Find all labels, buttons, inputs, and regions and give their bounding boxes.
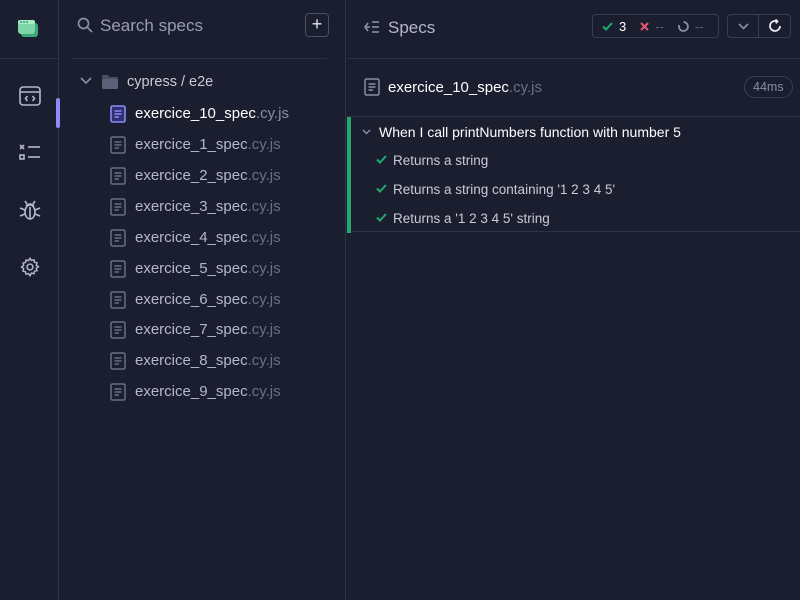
file-extension: .cy.js — [247, 198, 281, 215]
document-icon — [110, 291, 126, 309]
document-icon — [110, 321, 126, 339]
runner-title[interactable]: Specs — [388, 18, 435, 38]
document-icon — [110, 105, 126, 123]
current-spec-header: exercice_10_spec.cy.js 44ms — [347, 70, 800, 106]
spec-file-extension: .cy.js — [508, 79, 542, 96]
logo-area — [0, 0, 58, 59]
file-extension: .cy.js — [247, 167, 281, 184]
folder-icon — [102, 75, 118, 89]
add-spec-button[interactable]: + — [305, 13, 329, 37]
check-icon — [376, 213, 387, 222]
passed-count: 3 — [619, 18, 627, 34]
test-row[interactable]: Returns a string containing '1 2 3 4 5' — [347, 179, 800, 201]
search-bar: + — [60, 0, 346, 59]
nav-settings-button[interactable] — [0, 247, 59, 287]
search-icon — [77, 17, 93, 33]
x-icon — [640, 21, 649, 31]
spec-file-row[interactable]: exercice_10_spec.cy.js — [60, 100, 346, 128]
folder-row[interactable]: cypress / e2e — [60, 70, 346, 96]
refresh-icon — [768, 19, 781, 32]
test-row[interactable]: Returns a string — [347, 150, 800, 172]
file-name: exercice_7_spec — [135, 321, 248, 338]
runner-panel: Specs 3 -- -- exercice_10_spec.cy.js 44m… — [347, 0, 800, 600]
file-name: exercice_9_spec — [135, 383, 248, 400]
nav-rail — [0, 0, 60, 600]
rerun-button[interactable] — [759, 14, 791, 38]
document-icon — [110, 352, 126, 370]
chevron-down-icon — [80, 77, 92, 85]
spec-file-row[interactable]: exercice_4_spec.cy.js — [60, 224, 346, 252]
file-extension: .cy.js — [247, 291, 281, 308]
file-extension: .cy.js — [255, 105, 289, 122]
spec-file-row[interactable]: exercice_5_spec.cy.js — [60, 255, 346, 283]
specs-list-panel: + cypress / e2e exercice_10_spec.cy.js e… — [60, 0, 346, 600]
spinner-icon — [677, 20, 689, 32]
duration-badge: 44ms — [744, 76, 793, 98]
expand-collapse-button[interactable] — [727, 14, 759, 38]
nav-debug-button[interactable] — [0, 190, 59, 230]
test-title: Returns a '1 2 3 4 5' string — [393, 211, 550, 226]
spec-file-row[interactable]: exercice_6_spec.cy.js — [60, 286, 346, 314]
file-name: exercice_4_spec — [135, 229, 248, 246]
chevron-down-icon — [362, 129, 371, 135]
spec-file-row[interactable]: exercice_1_spec.cy.js — [60, 131, 346, 159]
document-icon — [364, 78, 380, 96]
file-extension: .cy.js — [247, 352, 281, 369]
spec-file-row[interactable]: exercice_2_spec.cy.js — [60, 162, 346, 190]
cypress-logo-icon — [18, 20, 38, 37]
test-title: Returns a string containing '1 2 3 4 5' — [393, 182, 616, 197]
chevron-down-icon — [737, 22, 749, 30]
check-icon — [376, 184, 387, 193]
nav-specs-button[interactable] — [0, 76, 59, 116]
pending-stat: -- — [677, 18, 704, 34]
file-extension: .cy.js — [247, 260, 281, 277]
document-icon — [110, 260, 126, 278]
file-extension: .cy.js — [247, 136, 281, 153]
nav-runs-button[interactable] — [0, 133, 59, 173]
test-list-icon — [18, 144, 40, 160]
file-name: exercice_5_spec — [135, 260, 248, 277]
test-row[interactable]: Returns a '1 2 3 4 5' string — [347, 208, 800, 230]
spec-file-row[interactable]: exercice_3_spec.cy.js — [60, 193, 346, 221]
bug-icon — [19, 200, 40, 220]
suite-title-row[interactable]: When I call printNumbers function with n… — [347, 122, 800, 144]
file-name: exercice_1_spec — [135, 136, 248, 153]
test-suite: When I call printNumbers function with n… — [347, 116, 800, 233]
divider — [347, 58, 800, 59]
document-icon — [110, 383, 126, 401]
spec-file-name: exercice_10_spec — [388, 79, 509, 96]
document-icon — [110, 167, 126, 185]
suite-title: When I call printNumbers function with n… — [379, 124, 681, 140]
failed-stat: -- — [640, 19, 664, 34]
file-extension: .cy.js — [247, 321, 281, 338]
search-input[interactable] — [100, 12, 290, 40]
failed-count: -- — [655, 18, 664, 34]
browser-code-icon — [18, 86, 41, 106]
file-extension: .cy.js — [247, 383, 281, 400]
file-name: exercice_8_spec — [135, 352, 248, 369]
document-icon — [110, 198, 126, 216]
test-stats: 3 -- -- — [592, 14, 719, 38]
file-name: exercice_10_spec — [135, 105, 256, 122]
spec-file-row[interactable]: exercice_8_spec.cy.js — [60, 347, 346, 375]
document-icon — [110, 229, 126, 247]
pending-count: -- — [694, 18, 704, 34]
file-name: exercice_2_spec — [135, 167, 248, 184]
divider — [72, 58, 327, 59]
check-icon — [376, 155, 387, 164]
file-name: exercice_3_spec — [135, 198, 248, 215]
collapse-sidebar-icon[interactable] — [364, 20, 380, 34]
document-icon — [110, 136, 126, 154]
runner-header: Specs 3 -- -- — [347, 0, 800, 59]
spec-file-row[interactable]: exercice_7_spec.cy.js — [60, 316, 346, 344]
check-icon — [602, 21, 613, 31]
file-extension: .cy.js — [247, 229, 281, 246]
file-name: exercice_6_spec — [135, 291, 248, 308]
test-title: Returns a string — [393, 153, 489, 168]
gear-icon — [19, 256, 40, 278]
spec-file-row[interactable]: exercice_9_spec.cy.js — [60, 378, 346, 406]
folder-label: cypress / e2e — [127, 74, 214, 90]
passed-stat: 3 — [602, 19, 626, 34]
